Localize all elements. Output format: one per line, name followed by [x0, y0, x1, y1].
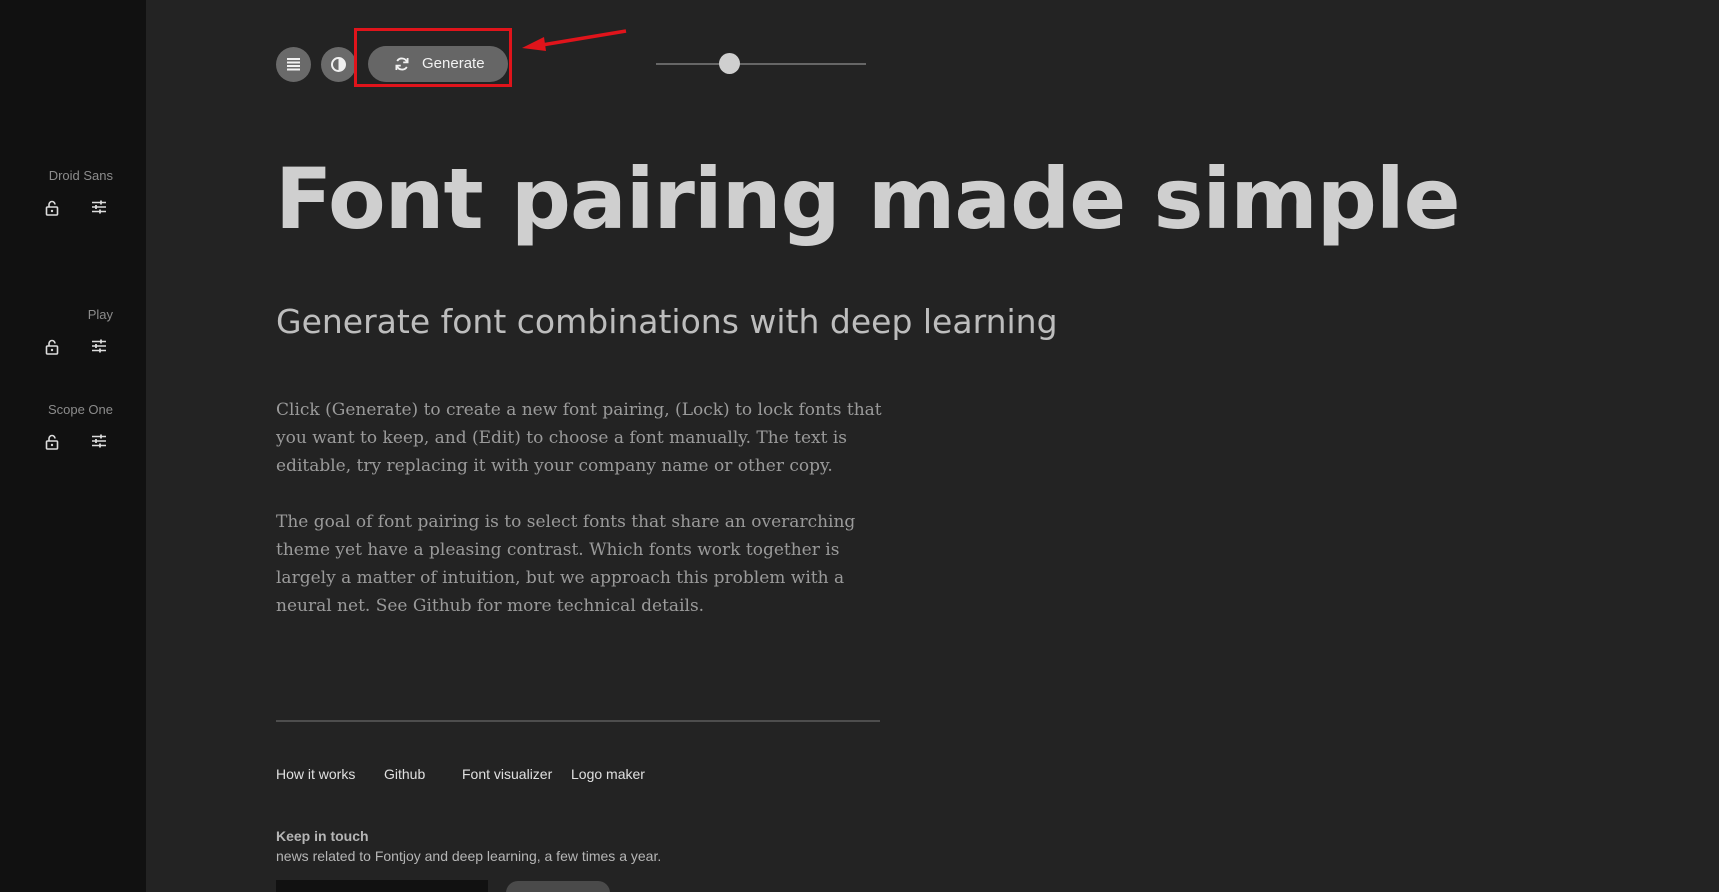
font-item-play: Play [88, 306, 113, 324]
newsletter-email-input[interactable] [276, 880, 488, 892]
font-controls [45, 200, 115, 220]
font-size-slider[interactable] [656, 53, 866, 74]
font-name-label: Play [87, 307, 113, 322]
intro-paragraph: Click (Generate) to create a new font pa… [276, 400, 882, 476]
font-sidebar: Droid Sans Play Scope One [0, 0, 146, 892]
lock-icon[interactable] [45, 339, 63, 357]
list-view-button[interactable] [276, 47, 311, 82]
contrast-toggle-button[interactable] [321, 47, 356, 82]
page-title: Font pairing made simple [275, 150, 1461, 248]
link-font-visualizer[interactable]: Font visualizer [462, 766, 552, 782]
font-item-droid-sans: Droid Sans [49, 167, 113, 185]
main-content: Generate Font pairing made simple Genera… [146, 0, 1719, 892]
annotation-arrow-icon [522, 29, 627, 51]
slider-thumb[interactable] [719, 53, 740, 74]
contrast-icon [331, 57, 346, 72]
font-controls [45, 434, 115, 454]
sliders-icon[interactable] [91, 339, 109, 357]
divider [276, 720, 880, 722]
page-subtitle: Generate font combinations with deep lea… [276, 302, 1058, 341]
sliders-icon[interactable] [91, 200, 109, 218]
link-logo-maker[interactable]: Logo maker [571, 766, 645, 782]
newsletter-title: Keep in touch [276, 828, 369, 844]
newsletter-description: news related to Fontjoy and deep learnin… [276, 848, 662, 864]
slider-track [656, 63, 866, 65]
list-icon [287, 58, 300, 71]
font-item-scope-one: Scope One [48, 401, 113, 419]
font-controls [45, 339, 115, 359]
description-paragraph: The goal of font pairing is to select fo… [276, 512, 856, 616]
sliders-icon[interactable] [91, 434, 109, 452]
lock-icon[interactable] [45, 200, 63, 218]
lock-icon[interactable] [45, 434, 63, 452]
link-github[interactable]: Github [384, 766, 425, 782]
annotation-highlight-box [354, 28, 512, 87]
subscribe-button[interactable] [506, 881, 610, 892]
font-name-label: Droid Sans [48, 168, 113, 183]
font-name-label: Scope One [47, 402, 113, 417]
link-how-it-works[interactable]: How it works [276, 766, 355, 782]
